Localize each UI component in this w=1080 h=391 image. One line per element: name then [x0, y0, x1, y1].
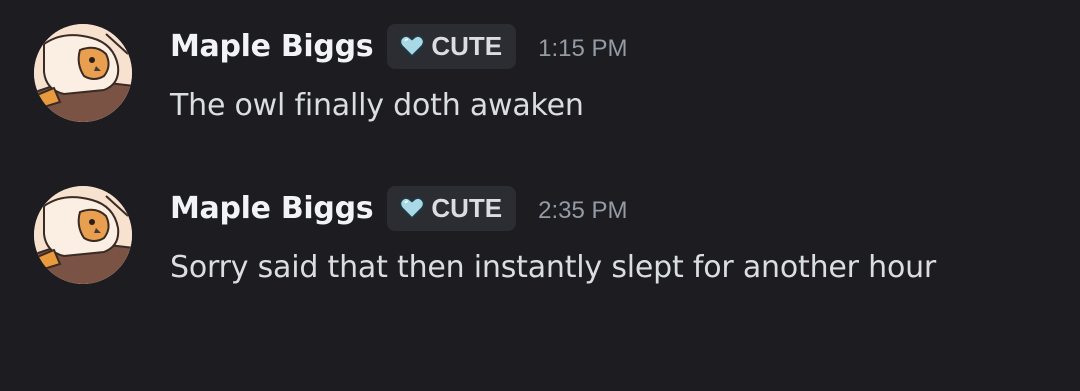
tag-label: CUTE [431, 30, 503, 61]
message-text: The owl finally doth awaken [170, 88, 584, 123]
username[interactable]: Maple Biggs [170, 29, 374, 64]
username[interactable]: Maple Biggs [170, 191, 374, 226]
heart-icon [399, 196, 425, 220]
message-header: Maple Biggs CUTE 2:35 PM [170, 185, 627, 231]
message-header: Maple Biggs CUTE 1:15 PM [170, 23, 627, 69]
avatar[interactable] [34, 186, 132, 284]
server-tag[interactable]: CUTE [387, 185, 517, 231]
timestamp[interactable]: 2:35 PM [538, 191, 627, 225]
server-tag[interactable]: CUTE [387, 23, 517, 69]
heart-icon [399, 34, 425, 58]
tag-label: CUTE [431, 192, 503, 223]
message-text: Sorry said that then instantly slept for… [170, 250, 937, 285]
avatar[interactable] [34, 24, 132, 122]
timestamp[interactable]: 1:15 PM [538, 29, 627, 63]
chat-messages: Maple Biggs CUTE 1:15 PM The owl finally… [0, 0, 1080, 391]
